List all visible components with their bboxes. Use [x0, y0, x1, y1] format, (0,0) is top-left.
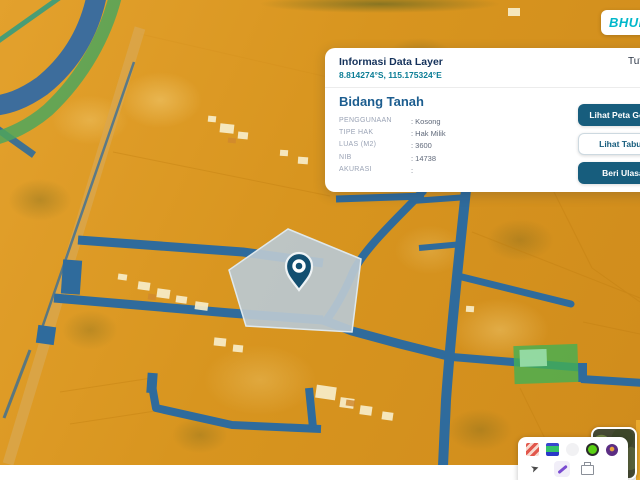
field-label: TIPE HAK	[339, 129, 411, 138]
green-status-icon[interactable]	[586, 443, 599, 456]
basemap-layer-icon[interactable]	[546, 443, 559, 456]
layer-toolbar: ➤	[518, 437, 628, 480]
field-label: AKURASI	[339, 166, 411, 175]
coordinates-text: 8.814274°S, 115.175324°E	[339, 70, 640, 80]
app-logo: BHUMI	[601, 10, 640, 35]
panel-divider	[325, 87, 640, 88]
close-panel-button[interactable]: Tutup	[628, 56, 640, 67]
bhumi-map-screen: BHUMI Informasi Data Layer 8.814274°S, 1…	[0, 0, 640, 480]
muted-layer-icon[interactable]	[566, 443, 579, 456]
action-buttons: Lihat Peta Google Lihat Tabular Beri Ula…	[578, 104, 640, 184]
lihat-peta-google-button[interactable]: Lihat Peta Google	[578, 104, 640, 126]
field-label: LUAS (M2)	[339, 141, 411, 150]
beri-ulasan-button[interactable]: Beri Ulasan	[578, 162, 640, 184]
field-value: : Hak Milik	[411, 129, 446, 138]
field-value: : 3600	[411, 141, 432, 150]
print-icon[interactable]	[581, 465, 594, 475]
field-value: : Kosong	[411, 117, 441, 126]
layer-toolbar-row2: ➤	[526, 461, 620, 477]
pointer-icon[interactable]: ➤	[529, 461, 544, 476]
field-label: NIB	[339, 154, 411, 163]
app-logo-text: BHUMI	[609, 15, 640, 30]
field-label: PENGGUNAAN	[339, 117, 411, 126]
field-value: :	[411, 166, 413, 175]
info-panel: Informasi Data Layer 8.814274°S, 115.175…	[325, 48, 640, 192]
teal-corner-line	[0, 0, 62, 44]
draw-icon[interactable]	[554, 461, 570, 477]
panel-header: Informasi Data Layer	[339, 56, 640, 68]
field-value: : 14738	[411, 154, 436, 163]
layer-toolbar-row1	[526, 443, 620, 456]
green-zone	[513, 344, 578, 384]
river	[0, 0, 97, 106]
lihat-tabular-button[interactable]: Lihat Tabular	[578, 133, 640, 155]
stripe-layer-icon[interactable]	[526, 443, 539, 456]
purple-badge-icon[interactable]	[606, 444, 618, 456]
